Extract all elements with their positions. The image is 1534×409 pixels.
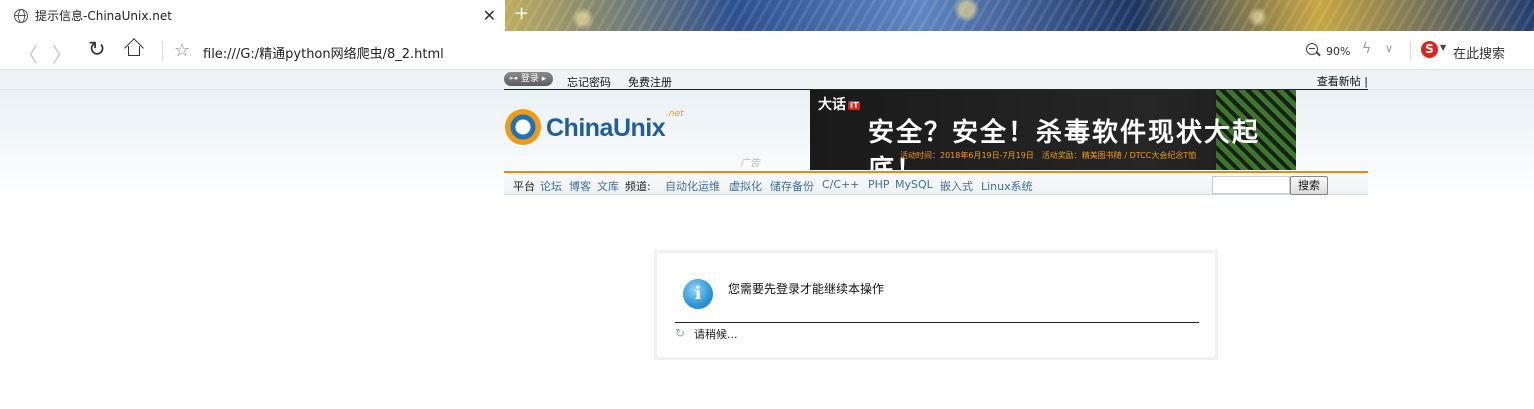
nav-link-cpp[interactable]: C/C++ (822, 178, 860, 191)
star-icon[interactable]: ☆ (174, 40, 190, 61)
sogou-icon[interactable]: S (1421, 41, 1438, 58)
message-divider (675, 322, 1199, 323)
bolt-icon[interactable]: ϟ (1362, 41, 1371, 57)
nav-link-virtualization[interactable]: 虚拟化 (729, 178, 762, 194)
toolbar-divider (162, 41, 163, 61)
site-topbar: ⊶ 登录 ▸ 忘记密码 免费注册 查看新帖 | (0, 70, 1534, 90)
site-header: ChinaUnix .net 广告 大话 IT 安全？安全！杀毒软件现状大起底！ … (504, 90, 1368, 172)
site-logo[interactable]: ChinaUnix .net (504, 108, 689, 152)
nav-link-library[interactable]: 文库 (597, 178, 619, 194)
logo-mark-icon (505, 109, 541, 145)
site-search-input[interactable] (1212, 176, 1290, 194)
tab-strip: 提示信息-ChinaUnix.net ✕ + (0, 0, 1534, 31)
chevron-down-icon[interactable]: ∨ (1385, 42, 1393, 55)
new-posts-link[interactable]: 查看新帖 | (1317, 73, 1368, 89)
banner-brand: 大话 IT (818, 97, 861, 113)
search-engine-box[interactable]: 在此搜索 (1453, 43, 1505, 62)
nav-link-devops[interactable]: 自动化运维 (665, 178, 720, 194)
toolbar-divider (1410, 41, 1411, 61)
loading-icon: ↻ (675, 326, 686, 340)
browser-tab[interactable]: 提示信息-ChinaUnix.net ✕ (0, 0, 505, 31)
banner-headline: 安全？安全！杀毒软件现状大起底！ (868, 118, 1261, 170)
logo-text: ChinaUnix (546, 114, 666, 142)
forward-icon[interactable]: 〉 (52, 39, 72, 68)
channel-navbar: 平台 论坛 博客 文库 频道: 自动化运维 虚拟化 储存备份 C/C++ PHP… (504, 171, 1368, 195)
nav-link-storage[interactable]: 储存备份 (770, 178, 814, 194)
caret-down-icon[interactable]: ▼ (1440, 43, 1446, 52)
channel-label: 频道: (625, 180, 651, 193)
banner-subtitle: 活动时间：2018年6月19日-7月19日 活动奖励：精美图书随 / DTCC大… (900, 151, 1197, 160)
browser-toolbar: 〈 〉 ↻ ☆ file:///G:/精通python网络爬虫/8_2.html… (0, 31, 1534, 70)
login-button[interactable]: ⊶ 登录 ▸ (504, 72, 553, 86)
message-box: i 您需要先登录才能继续本操作 ↻ 请稍候... (654, 250, 1218, 360)
address-bar[interactable]: file:///G:/精通python网络爬虫/8_2.html (203, 43, 444, 62)
register-link[interactable]: 免费注册 (628, 74, 672, 90)
nav-link-mysql[interactable]: MySQL (895, 178, 933, 191)
ad-label: 广告 (740, 158, 760, 169)
ad-banner[interactable]: 大话 IT 安全？安全！杀毒软件现状大起底！ 活动时间：2018年6月19日-7月… (810, 90, 1296, 170)
zoom-icon[interactable] (1306, 43, 1318, 55)
nav-link-embedded[interactable]: 嵌入式 (940, 178, 973, 194)
reload-icon[interactable]: ↻ (88, 37, 106, 61)
wait-text: 请稍候... (694, 328, 738, 341)
close-icon[interactable]: ✕ (483, 6, 496, 25)
nav-link-blog[interactable]: 博客 (569, 178, 591, 194)
tab-title: 提示信息-ChinaUnix.net (35, 9, 172, 23)
nav-link-php[interactable]: PHP (868, 178, 890, 191)
message-text: 您需要先登录才能继续本操作 (728, 282, 885, 296)
globe-icon (14, 8, 28, 23)
platform-label: 平台 (513, 180, 535, 193)
logo-suffix: .net (666, 109, 684, 119)
nav-link-linux[interactable]: Linux系统 (981, 178, 1033, 194)
forgot-password-link[interactable]: 忘记密码 (567, 74, 611, 90)
info-icon: i (683, 279, 713, 309)
new-tab-icon[interactable]: + (514, 3, 529, 24)
web-page: ⊶ 登录 ▸ 忘记密码 免费注册 查看新帖 | ChinaUnix .net 广… (0, 70, 1534, 409)
nav-link-forum[interactable]: 论坛 (540, 178, 562, 194)
site-search-button[interactable]: 搜索 (1290, 176, 1328, 195)
back-icon[interactable]: 〈 (18, 39, 38, 68)
zoom-level[interactable]: 90% (1326, 45, 1350, 58)
